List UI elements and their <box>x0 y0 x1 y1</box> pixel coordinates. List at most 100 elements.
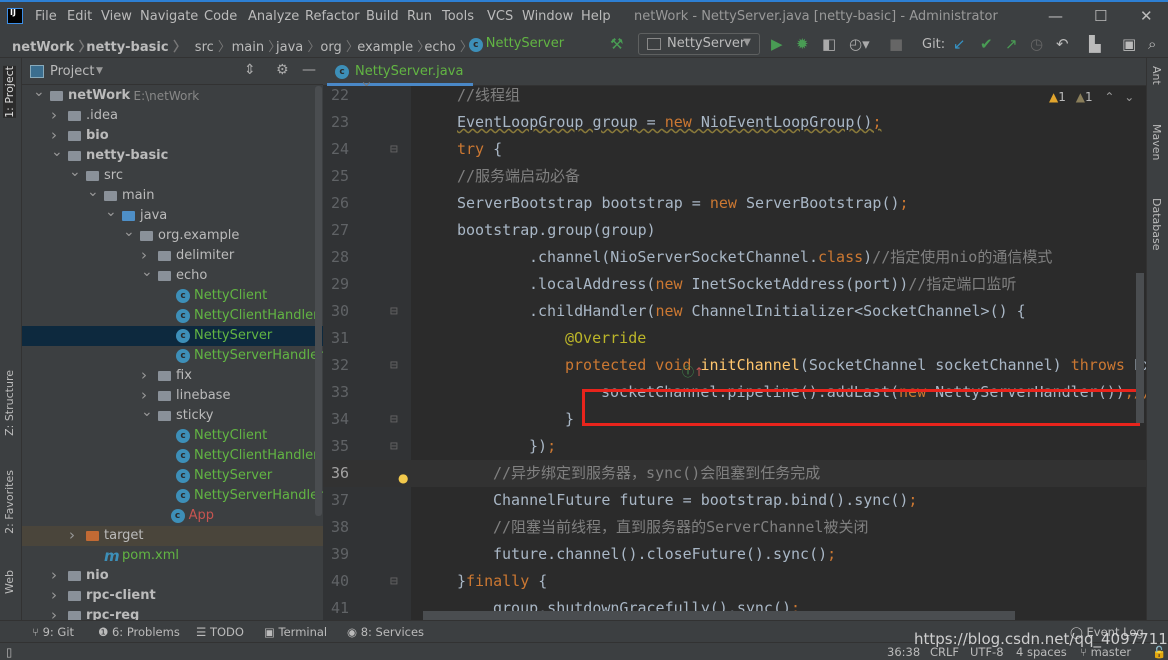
git-update-icon[interactable]: ↙ <box>953 35 966 53</box>
menu-build[interactable]: Build <box>366 9 399 24</box>
terminal-tool-tab[interactable]: ▣ Terminal <box>264 625 327 639</box>
tree-item-NettyClient[interactable]: c NettyClient <box>22 426 323 446</box>
breadcrumb-main[interactable]: main 〉 <box>232 36 282 55</box>
code-line[interactable]: 32 protected void initChannel(SocketChann… <box>323 352 1146 379</box>
chevron-right-icon[interactable]: › <box>51 105 57 125</box>
tree-item-nio[interactable]: › nio <box>22 566 323 586</box>
menu-code[interactable]: Code <box>204 9 237 24</box>
tree-scrollbar[interactable] <box>315 86 322 516</box>
code-line[interactable]: 30 .childHandler(new ChannelInitializer<S… <box>323 298 1146 325</box>
menu-refactor[interactable]: Refactor <box>305 9 360 24</box>
fold-icon[interactable]: ⊟ <box>390 352 398 379</box>
code-line[interactable]: 28 .channel(NioServerSocketChannel.class)… <box>323 244 1146 271</box>
menu-analyze[interactable]: Analyze <box>248 9 299 24</box>
favorites-tool-tab[interactable]: 2: Favorites <box>3 470 16 534</box>
tree-item-NettyClient[interactable]: c NettyClient <box>22 286 323 306</box>
fold-end-icon[interactable]: ⊟ <box>390 406 398 433</box>
code-line[interactable]: 39 future.channel().closeFuture().sync(); <box>323 541 1146 568</box>
code-line[interactable]: 40}finally {⊟ <box>323 568 1146 595</box>
code-line[interactable]: 35}); ⊟ <box>323 433 1146 460</box>
tree-item-src[interactable]: ⌄ src <box>22 164 323 186</box>
collapse-all-icon[interactable]: ⇕ <box>244 62 256 78</box>
fold-icon[interactable]: ⊟ <box>390 136 398 163</box>
debug-bug-icon[interactable]: ✹ <box>796 35 809 53</box>
lightbulb-icon[interactable]: ● <box>398 471 408 485</box>
tree-item-main[interactable]: ⌄ main <box>22 184 323 206</box>
chevron-down-icon[interactable]: ⌄ <box>123 222 135 242</box>
search-icon[interactable]: ⌕ <box>1148 35 1156 53</box>
chevron-down-icon[interactable]: ⌄ <box>141 402 153 422</box>
rollback-icon[interactable]: ↶ <box>1056 35 1069 53</box>
breadcrumb-java[interactable]: java 〉 <box>276 36 320 55</box>
chevron-down-icon[interactable]: ⌄ <box>141 262 153 282</box>
code-line[interactable]: 26 ServerBootstrap bootstrap = new Server… <box>323 190 1146 217</box>
menu-help[interactable]: Help <box>581 9 611 24</box>
breadcrumb-netty-basic[interactable]: netty-basic 〉 <box>86 36 186 55</box>
chevron-down-icon[interactable]: ⌄ <box>51 142 63 162</box>
tree-item-org.example[interactable]: ⌄ org.example <box>22 224 323 246</box>
tree-item-fix[interactable]: › fix <box>22 366 323 386</box>
menu-run[interactable]: Run <box>407 9 432 24</box>
database-tool-tab[interactable]: Database <box>1150 198 1163 251</box>
services-tool-tab[interactable]: ◉ 8: Services <box>347 625 424 639</box>
toggle-tool-windows-icon[interactable]: ▯ <box>6 645 12 659</box>
code-line[interactable]: 38 //阻塞当前线程，直到服务器的ServerChannel被关闭 <box>323 514 1146 541</box>
git-push-icon[interactable]: ↗ <box>1005 35 1018 53</box>
tree-item-delimiter[interactable]: › delimiter <box>22 246 323 266</box>
chevron-right-icon[interactable]: › <box>141 365 147 385</box>
tree-item-NettyServerHandler[interactable]: c NettyServerHandler <box>22 486 323 506</box>
code-line[interactable]: 37 ChannelFuture future = bootstrap.bind(… <box>323 487 1146 514</box>
menu-edit[interactable]: Edit <box>67 9 92 24</box>
fold-icon[interactable]: ⊟ <box>390 568 398 595</box>
tree-item-NettyClientHandler[interactable]: c NettyClientHandler <box>22 446 323 466</box>
editor-scrollbar[interactable] <box>1136 273 1144 423</box>
breadcrumb-example[interactable]: example 〉 <box>357 36 430 55</box>
chevron-down-icon[interactable]: ▼ <box>96 66 103 76</box>
menu-tools[interactable]: Tools <box>442 9 474 24</box>
maximize-button[interactable]: ☐ <box>1094 7 1107 25</box>
tree-item-NettyClientHandler[interactable]: c NettyClientHandler <box>22 306 323 326</box>
hide-icon[interactable]: — <box>302 62 316 78</box>
tree-item-java[interactable]: ⌄ java <box>22 204 323 226</box>
build-hammer-icon[interactable]: ⚒ <box>610 35 623 53</box>
project-tool-tab[interactable]: 1: Project <box>3 66 16 118</box>
tree-item-bio[interactable]: › bio <box>22 126 323 146</box>
menu-vcs[interactable]: VCS <box>487 9 513 24</box>
menu-window[interactable]: Window <box>522 9 573 24</box>
code-line[interactable]: 29 .localAddress(new InetSocketAddress(po… <box>323 271 1146 298</box>
todo-tool-tab[interactable]: ☰ TODO <box>196 625 244 639</box>
code-line[interactable]: 36 //异步绑定到服务器，sync()会阻塞到任务完成 <box>323 460 1146 487</box>
profile-icon[interactable]: ◴▾ <box>849 35 870 53</box>
tree-item-netty-basic[interactable]: ⌄ netty-basic <box>22 144 323 166</box>
tree-item-NettyServer[interactable]: c NettyServer <box>22 326 323 346</box>
code-line[interactable]: 22 //线程组 <box>323 86 1146 109</box>
tree-item-NettyServerHandler[interactable]: c NettyServerHandler <box>22 346 323 366</box>
maven-tool-tab[interactable]: Maven <box>1150 124 1163 160</box>
fold-icon[interactable]: ⊟ <box>390 298 398 325</box>
tree-item-NettyServer[interactable]: c NettyServer <box>22 466 323 486</box>
tree-item-App[interactable]: c App <box>22 506 323 526</box>
tree-item-echo[interactable]: ⌄ echo <box>22 264 323 286</box>
breadcrumb-echo[interactable]: echo 〉 <box>424 36 472 55</box>
horizontal-scrollbar[interactable] <box>423 611 1015 620</box>
code-line[interactable]: 24 try {⊟ <box>323 136 1146 163</box>
code-area[interactable]: 22 //线程组 23 EventLoopGroup group = new NioE… <box>323 86 1146 620</box>
gear-icon[interactable]: ⚙ <box>276 62 289 78</box>
implements-gutter-icon[interactable]: ⓘ↑ <box>682 363 704 380</box>
chevron-down-icon[interactable]: ⌄ <box>33 86 45 102</box>
breadcrumb-src[interactable]: src 〉 <box>195 36 231 55</box>
code-line[interactable]: 27 bootstrap.group(group) <box>323 217 1146 244</box>
tab-nettyserver-java[interactable]: c NettyServer.java × <box>327 60 473 94</box>
chevron-right-icon[interactable]: › <box>51 565 57 585</box>
breadcrumb-NettyServer[interactable]: c NettyServer <box>468 36 564 52</box>
breadcrumb-org[interactable]: org 〉 <box>320 36 358 55</box>
history-icon[interactable]: ◷ <box>1030 35 1043 53</box>
menu-file[interactable]: File <box>35 9 57 24</box>
tree-item-pom.xml[interactable]: m pom.xml <box>22 546 323 566</box>
chevron-right-icon[interactable]: › <box>51 605 57 620</box>
inspection-widget[interactable]: ▲1 ▲1 ⌃ ⌄ <box>1049 90 1134 104</box>
code-line[interactable]: 23 EventLoopGroup group = new NioEventLoo… <box>323 109 1146 136</box>
coverage-icon[interactable]: ◧ <box>822 35 836 53</box>
project-structure-icon[interactable]: ▙ <box>1089 35 1101 53</box>
tree-item-rpc-reg[interactable]: › rpc-reg <box>22 606 323 620</box>
